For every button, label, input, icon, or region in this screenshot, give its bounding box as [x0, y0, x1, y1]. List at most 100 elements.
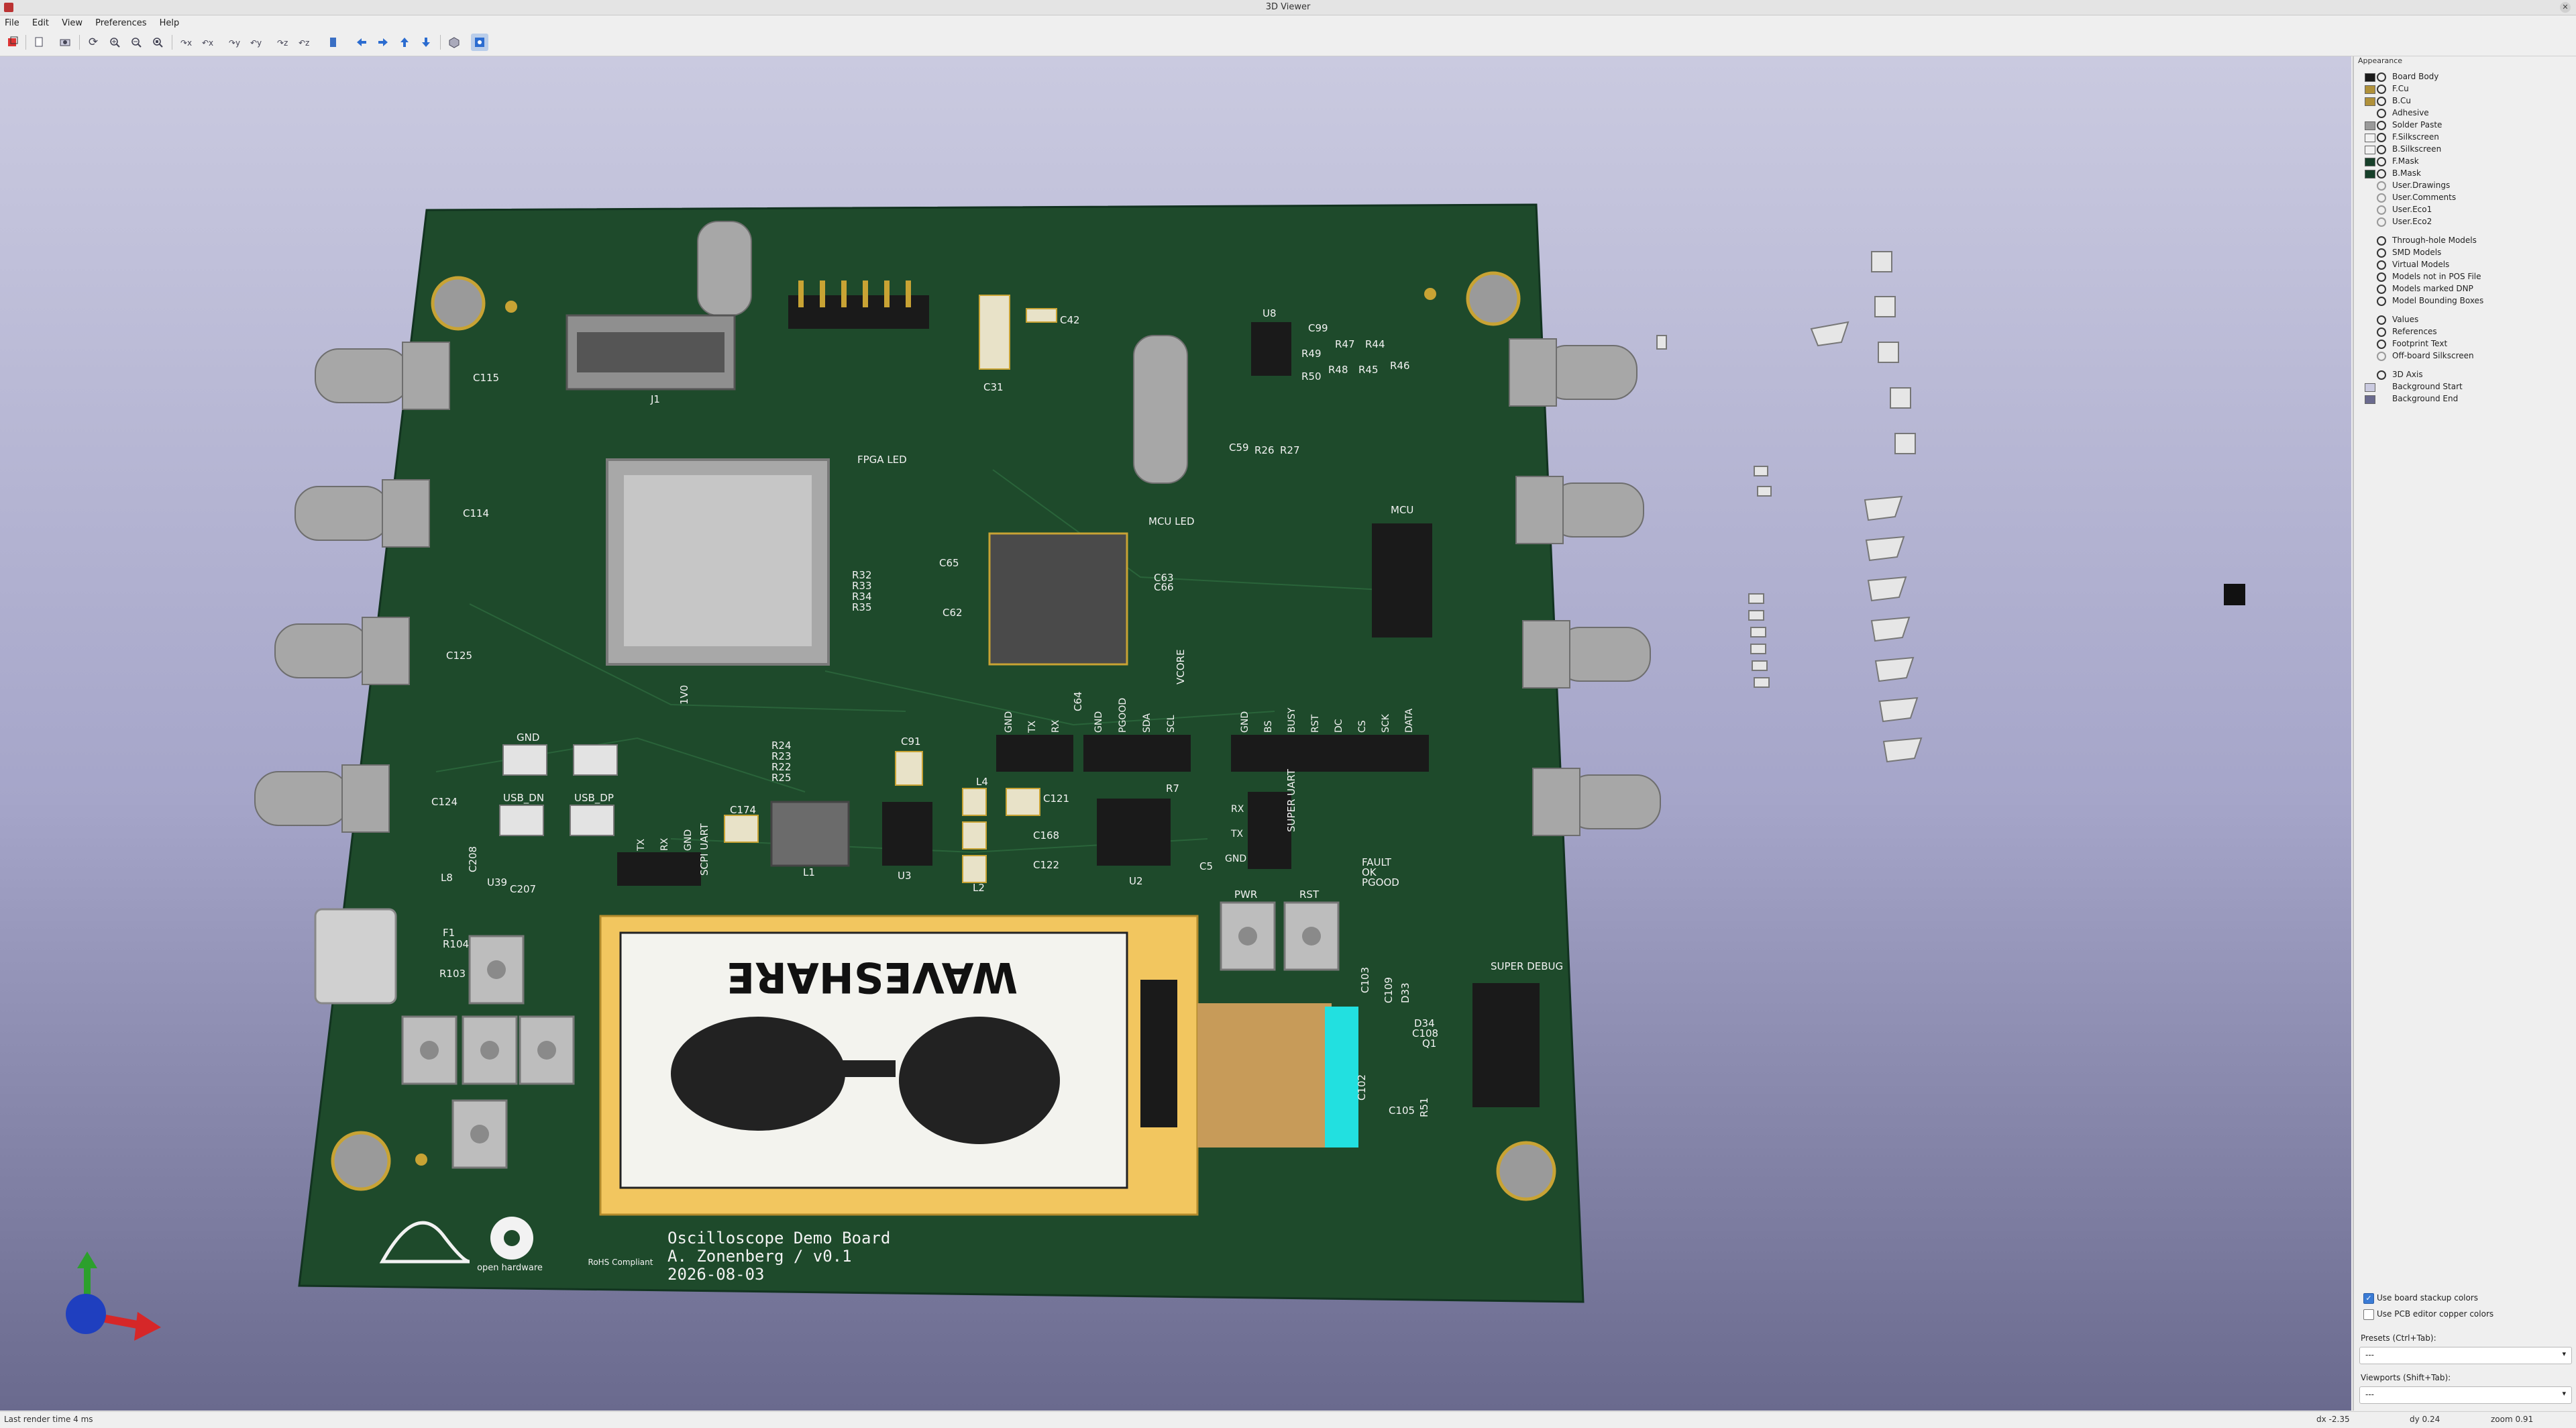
layer-row[interactable]: Board Body — [2354, 71, 2576, 83]
layer-row[interactable]: User.Drawings — [2354, 180, 2576, 192]
visibility-eye-icon[interactable] — [2377, 205, 2386, 215]
model-row[interactable]: Model Bounding Boxes — [2354, 295, 2576, 307]
color-swatch[interactable] — [2365, 97, 2375, 106]
pcb-editor-colors-checkbox[interactable] — [2363, 1309, 2374, 1320]
visibility-eye-icon[interactable] — [2377, 157, 2386, 166]
model-row[interactable]: Models marked DNP — [2354, 283, 2576, 295]
zoom-fit-icon[interactable] — [149, 34, 166, 51]
layer-row[interactable]: Solder Paste — [2354, 119, 2576, 132]
color-swatch[interactable] — [2365, 73, 2375, 82]
visibility-eye-icon[interactable] — [2377, 181, 2386, 191]
text-row[interactable]: Footprint Text — [2354, 338, 2576, 350]
layer-row[interactable]: Adhesive — [2354, 107, 2576, 119]
visibility-eye-icon[interactable] — [2377, 121, 2386, 130]
model-label: SMD Models — [2392, 248, 2442, 257]
layer-row[interactable]: B.Mask — [2354, 168, 2576, 180]
3d-axis-gizmo — [66, 1252, 161, 1341]
layer-row[interactable]: User.Eco2 — [2354, 216, 2576, 228]
clipboard-icon[interactable] — [56, 34, 74, 51]
visibility-eye-icon[interactable] — [2377, 285, 2386, 294]
visibility-eye-icon[interactable] — [2377, 327, 2386, 337]
layer-row[interactable]: F.Silkscreen — [2354, 132, 2576, 144]
other-row[interactable]: Background Start — [2354, 381, 2576, 393]
model-row[interactable]: Models not in POS File — [2354, 271, 2576, 283]
color-swatch[interactable] — [2365, 383, 2375, 392]
mcu-chip — [988, 532, 1128, 666]
pan-up-icon[interactable] — [396, 34, 413, 51]
rotate-z-cw-icon[interactable]: ↷z — [274, 34, 291, 51]
visibility-eye-icon[interactable] — [2377, 297, 2386, 306]
text-row[interactable]: References — [2354, 326, 2576, 338]
visibility-eye-icon[interactable] — [2377, 133, 2386, 142]
orthographic-icon[interactable] — [445, 34, 463, 51]
flip-board-icon[interactable] — [325, 34, 342, 51]
pan-left-icon[interactable] — [353, 34, 370, 51]
visibility-eye-icon[interactable] — [2377, 272, 2386, 282]
layer-row[interactable]: F.Mask — [2354, 156, 2576, 168]
rotate-y-ccw-icon[interactable]: ↶y — [247, 34, 264, 51]
color-swatch[interactable] — [2365, 85, 2375, 94]
visibility-eye-icon[interactable] — [2377, 248, 2386, 258]
visibility-eye-icon[interactable] — [2377, 340, 2386, 349]
layer-label: B.Cu — [2392, 96, 2412, 105]
layer-row[interactable]: User.Comments — [2354, 192, 2576, 204]
layer-row[interactable]: F.Cu — [2354, 83, 2576, 95]
layer-row[interactable]: B.Cu — [2354, 95, 2576, 107]
render-icon[interactable] — [4, 34, 21, 51]
color-swatch[interactable] — [2365, 121, 2375, 130]
menu-view[interactable]: View — [57, 16, 87, 30]
color-swatch[interactable] — [2365, 146, 2375, 154]
stackup-colors-checkbox[interactable]: ✓ — [2363, 1293, 2374, 1304]
visibility-eye-icon[interactable] — [2377, 260, 2386, 270]
model-row[interactable]: Through-hole Models — [2354, 235, 2576, 247]
rotate-x-ccw-icon[interactable]: ↶x — [199, 34, 216, 51]
viewports-dropdown[interactable]: --- ▾ — [2359, 1386, 2572, 1404]
pin-label: GND — [1225, 854, 1246, 864]
other-row[interactable]: 3D Axis — [2354, 369, 2576, 381]
rotate-x-cw-icon[interactable]: ↷x — [177, 34, 195, 51]
rotate-z-ccw-icon[interactable]: ↶z — [295, 34, 313, 51]
visibility-eye-icon[interactable] — [2377, 352, 2386, 361]
pan-down-icon[interactable] — [417, 34, 435, 51]
status-dy: dy 0.24 — [2410, 1415, 2440, 1424]
color-swatch[interactable] — [2365, 395, 2375, 404]
text-row[interactable]: Values — [2354, 314, 2576, 326]
visibility-eye-icon[interactable] — [2377, 97, 2386, 106]
color-swatch[interactable] — [2365, 158, 2375, 166]
menu-file[interactable]: File — [0, 16, 24, 30]
menu-edit[interactable]: Edit — [28, 16, 54, 30]
visibility-eye-icon[interactable] — [2377, 236, 2386, 246]
menu-preferences[interactable]: Preferences — [91, 16, 151, 30]
model-row[interactable]: SMD Models — [2354, 247, 2576, 259]
3d-viewport[interactable]: WAVESHARE open hardware RoHS Compliant O… — [0, 56, 2351, 1411]
visibility-eye-icon[interactable] — [2377, 109, 2386, 118]
ref-label: SUPER DEBUG — [1491, 960, 1563, 972]
rotate-y-cw-icon[interactable]: ↷y — [225, 34, 243, 51]
pan-right-icon[interactable] — [374, 34, 392, 51]
other-row[interactable]: Background End — [2354, 393, 2576, 405]
copy-icon[interactable] — [31, 34, 48, 51]
menu-help[interactable]: Help — [155, 16, 184, 30]
color-swatch[interactable] — [2365, 170, 2375, 178]
text-row[interactable]: Off-board Silkscreen — [2354, 350, 2576, 362]
zoom-in-icon[interactable] — [106, 34, 123, 51]
zoom-out-icon[interactable] — [127, 34, 145, 51]
layer-row[interactable]: B.Silkscreen — [2354, 144, 2576, 156]
logo-rohs: RoHS Compliant — [588, 1258, 653, 1267]
visibility-eye-icon[interactable] — [2377, 85, 2386, 94]
layer-row[interactable]: User.Eco1 — [2354, 204, 2576, 216]
visibility-eye-icon[interactable] — [2377, 217, 2386, 227]
visibility-eye-icon[interactable] — [2377, 370, 2386, 380]
visibility-eye-icon[interactable] — [2377, 193, 2386, 203]
model-row[interactable]: Virtual Models — [2354, 259, 2576, 271]
reload-icon[interactable]: ⟳ — [85, 34, 102, 51]
close-icon[interactable]: ✕ — [2560, 2, 2571, 13]
pin-label: RX — [1051, 719, 1061, 733]
presets-dropdown[interactable]: --- ▾ — [2359, 1347, 2572, 1364]
color-swatch[interactable] — [2365, 134, 2375, 142]
visibility-eye-icon[interactable] — [2377, 315, 2386, 325]
visibility-eye-icon[interactable] — [2377, 72, 2386, 82]
visibility-eye-icon[interactable] — [2377, 145, 2386, 154]
visibility-eye-icon[interactable] — [2377, 169, 2386, 178]
layers-manager-icon[interactable] — [471, 34, 488, 51]
